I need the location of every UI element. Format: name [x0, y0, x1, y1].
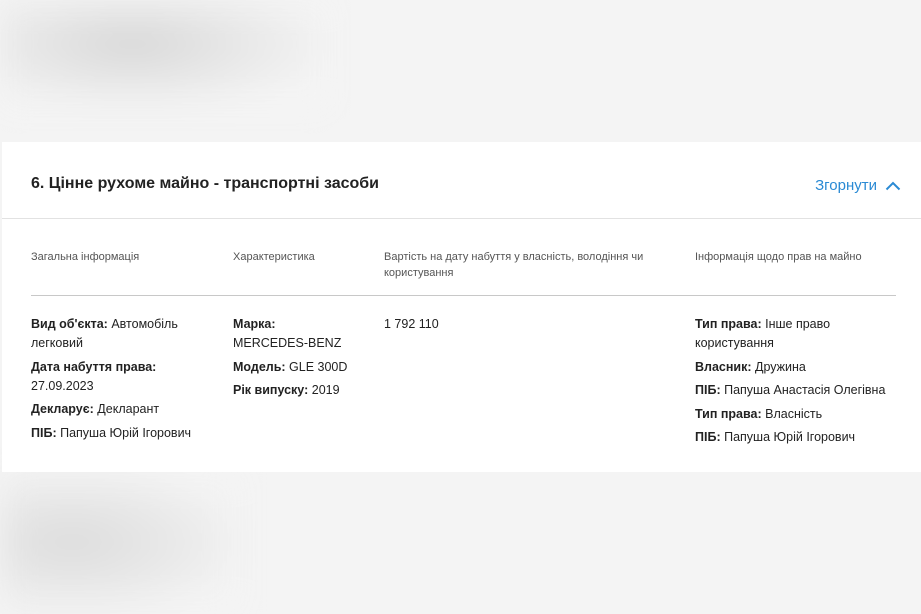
year-row: Рік випуску: 2019 [233, 381, 353, 400]
owner-name-row-2: ПІБ: Папуша Юрій Ігорович [695, 428, 900, 447]
brand-value: MERCEDES-BENZ [233, 336, 342, 350]
acquisition-date-row: Дата набуття права: 27.09.2023 [31, 358, 221, 396]
characteristics-cell: Марка: MERCEDES-BENZ Модель: GLE 300D Рі… [233, 315, 353, 405]
owner-name-label-1: ПІБ: [695, 383, 721, 397]
year-label: Рік випуску: [233, 383, 309, 397]
brand-label: Марка: [233, 317, 276, 331]
brand-row: Марка: MERCEDES-BENZ [233, 315, 353, 353]
owner-value: Дружина [755, 359, 806, 374]
column-header-rights: Інформація щодо прав на майно [695, 251, 862, 263]
object-type-label: Вид об'єкта: [31, 317, 108, 331]
owner-name-value-2: Папуша Юрій Ігорович [724, 430, 856, 444]
section-card: 6. Цінне рухоме майно - транспортні засо… [2, 142, 921, 472]
column-header-general: Загальна інформація [31, 251, 140, 263]
general-info-cell: Вид об'єкта: Автомобіль легковий Дата на… [31, 315, 221, 447]
value-cell: 1 792 110 [384, 315, 584, 339]
column-header-characteristics: Характеристика [233, 251, 315, 263]
table-divider [31, 295, 896, 296]
section-title: 6. Цінне рухоме майно - транспортні засо… [31, 175, 379, 192]
collapse-button[interactable]: Згорнути [815, 177, 901, 194]
collapse-label: Згорнути [815, 177, 877, 194]
value-amount: 1 792 110 [384, 317, 439, 331]
right-type-value-2: Власність [765, 406, 823, 421]
right-type-row-2: Тип права: Власність [695, 405, 900, 424]
right-type-row-1: Тип права: Інше право користування [695, 315, 900, 353]
owner-label: Власник: [695, 359, 752, 374]
acquisition-date-value: 27.09.2023 [31, 378, 94, 393]
object-type-row: Вид об'єкта: Автомобіль легковий [31, 315, 221, 353]
column-header-value: Вартість на дату набуття у власність, во… [384, 251, 644, 279]
year-value: 2019 [311, 383, 340, 397]
owner-name-label-2: ПІБ: [695, 430, 721, 444]
section-header: 6. Цінне рухоме майно - транспортні засо… [2, 142, 921, 219]
blurred-background-bottom [0, 470, 240, 614]
declarant-name-value: Папуша Юрій Ігорович [60, 425, 192, 440]
declares-value: Декларант [97, 402, 160, 416]
right-type-label-2: Тип права: [695, 406, 762, 421]
right-type-label-1: Тип права: [695, 317, 762, 331]
rights-cell: Тип права: Інше право користування Власн… [695, 315, 900, 452]
owner-row: Власник: Дружина [695, 358, 900, 377]
owner-name-value-1: Папуша Анастасія Олегівна [724, 383, 886, 397]
declarant-name-label: ПІБ: [31, 425, 57, 440]
acquisition-date-label: Дата набуття права: [31, 359, 157, 374]
chevron-up-icon [885, 181, 901, 190]
model-label: Модель: [233, 359, 286, 374]
model-value: GLE 300D [289, 359, 348, 374]
declares-row: Декларує: Декларант [31, 400, 221, 419]
declarant-name-row: ПІБ: Папуша Юрій Ігорович [31, 424, 221, 443]
owner-name-row-1: ПІБ: Папуша Анастасія Олегівна [695, 381, 900, 400]
model-row: Модель: GLE 300D [233, 358, 353, 377]
declares-label: Декларує: [31, 402, 94, 416]
blurred-background-top [0, 0, 330, 110]
